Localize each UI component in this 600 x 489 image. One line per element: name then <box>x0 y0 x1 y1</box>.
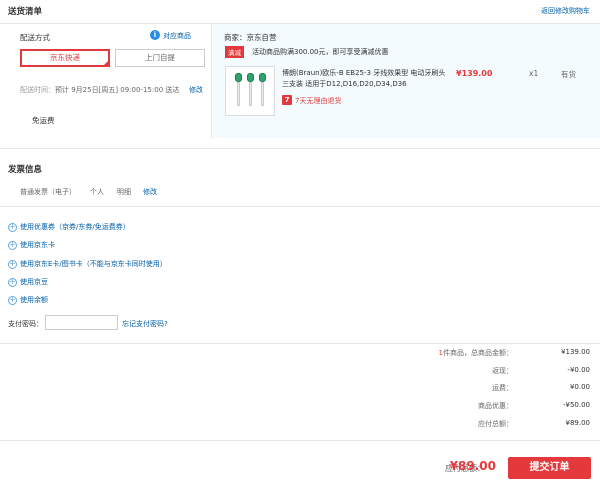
info-icon[interactable]: i <box>150 30 160 40</box>
use-ecard-option[interactable]: + 使用京东E卡/图书卡（不能与京东卡同时使用） <box>8 259 167 269</box>
product-price: ¥139.00 <box>456 69 493 78</box>
product-name[interactable]: 博朗(Braun)欧乐-B EB25-3 牙线效果型 电动牙刷头三支装 适用于D… <box>282 68 447 90</box>
shipping-time: 配送时间：预计 9月25日[周五] 09:00-15:00 送达 <box>20 85 179 95</box>
divider <box>0 440 600 441</box>
selected-corner-icon <box>103 60 109 66</box>
edit-shipping-time-link[interactable]: 修改 <box>189 85 203 95</box>
summary-shipping-label: 运费： <box>492 384 513 392</box>
summary-shipping-value: ¥0.00 <box>569 383 590 391</box>
invoice-content: 明细 <box>117 188 131 196</box>
use-balance-option[interactable]: + 使用余额 <box>8 295 48 305</box>
use-coupon-option[interactable]: + 使用优惠券（京券/东券/免运费券） <box>8 222 130 232</box>
section-title-delivery: 送货清单 <box>8 7 43 17</box>
product-quantity: x1 <box>529 69 539 78</box>
summary-payable-label: 应付总额： <box>478 420 513 428</box>
expand-plus-icon: + <box>8 276 17 287</box>
divider <box>0 206 600 207</box>
expand-plus-icon: + <box>8 258 17 269</box>
summary-goods-total-label: 1件商品，总商品金额： <box>438 349 513 357</box>
shipping-time-label: 配送时间： <box>20 86 55 94</box>
toothbrush-head-icon <box>259 73 266 111</box>
submit-order-button[interactable]: 提交订单 <box>508 457 591 479</box>
payment-password-input[interactable] <box>45 315 118 330</box>
back-to-cart-link[interactable]: 返回修改购物车 <box>541 6 590 16</box>
option-label: 使用京东卡 <box>20 241 55 249</box>
divider <box>0 343 600 344</box>
summary-discount-label: 商品优惠： <box>478 402 513 410</box>
expand-plus-icon: + <box>8 294 17 305</box>
summary-goods-total-value: ¥139.00 <box>561 348 590 356</box>
shipping-option-self-pickup[interactable]: 上门自提 <box>115 49 205 67</box>
section-title-invoice: 发票信息 <box>8 165 43 175</box>
summary-cashback-label: 返现： <box>492 367 513 375</box>
invoice-type: 普通发票（电子） <box>20 188 76 196</box>
summary-cashback-value: -¥0.00 <box>567 366 590 374</box>
shipping-time-value: 预计 9月25日[周五] 09:00-15:00 送达 <box>55 86 180 94</box>
payable-total-amount: ¥89.00 <box>449 459 496 473</box>
forgot-password-link[interactable]: 忘记支付密码? <box>122 319 168 329</box>
return-policy-text: 7天无理由退货 <box>295 97 342 105</box>
edit-invoice-link[interactable]: 修改 <box>143 187 157 197</box>
match-goods-link[interactable]: 对应商品 <box>163 31 191 41</box>
payment-password-label: 支付密码： <box>8 320 43 328</box>
promo-badge: 满减 <box>225 46 244 58</box>
promo-text: 活动商品购满300.00元，即可享受满减优惠 <box>252 48 389 56</box>
toothbrush-head-icon <box>235 73 242 111</box>
option-label: 使用京豆 <box>20 278 48 286</box>
summary-discount-value: -¥50.00 <box>562 401 590 409</box>
seller-name: 商家：京东自营 <box>224 33 277 42</box>
return-policy-icon: 7 <box>282 95 292 105</box>
divider <box>0 148 600 149</box>
invoice-recipient: 个人 <box>90 188 104 196</box>
product-stock-status: 有货 <box>561 70 576 79</box>
shipping-method-label: 配送方式 <box>20 33 50 42</box>
option-label: 使用余额 <box>20 296 48 304</box>
toothbrush-head-icon <box>247 73 254 111</box>
summary-payable-value: ¥89.00 <box>565 419 591 427</box>
use-jd-card-option[interactable]: + 使用京东卡 <box>8 240 55 250</box>
shipping-option-label: 上门自提 <box>145 53 175 62</box>
shipping-option-label: 京东快递 <box>50 53 80 62</box>
use-jd-beans-option[interactable]: + 使用京豆 <box>8 277 48 287</box>
option-label: 使用优惠券（京券/东券/免运费券） <box>20 223 130 231</box>
product-thumbnail[interactable] <box>225 66 275 116</box>
expand-plus-icon: + <box>8 221 17 232</box>
shipping-option-jd-express[interactable]: 京东快递 <box>20 49 110 67</box>
expand-plus-icon: + <box>8 239 17 250</box>
free-shipping-label: 免运费 <box>32 116 55 125</box>
option-label: 使用京东E卡/图书卡（不能与京东卡同时使用） <box>20 260 167 268</box>
